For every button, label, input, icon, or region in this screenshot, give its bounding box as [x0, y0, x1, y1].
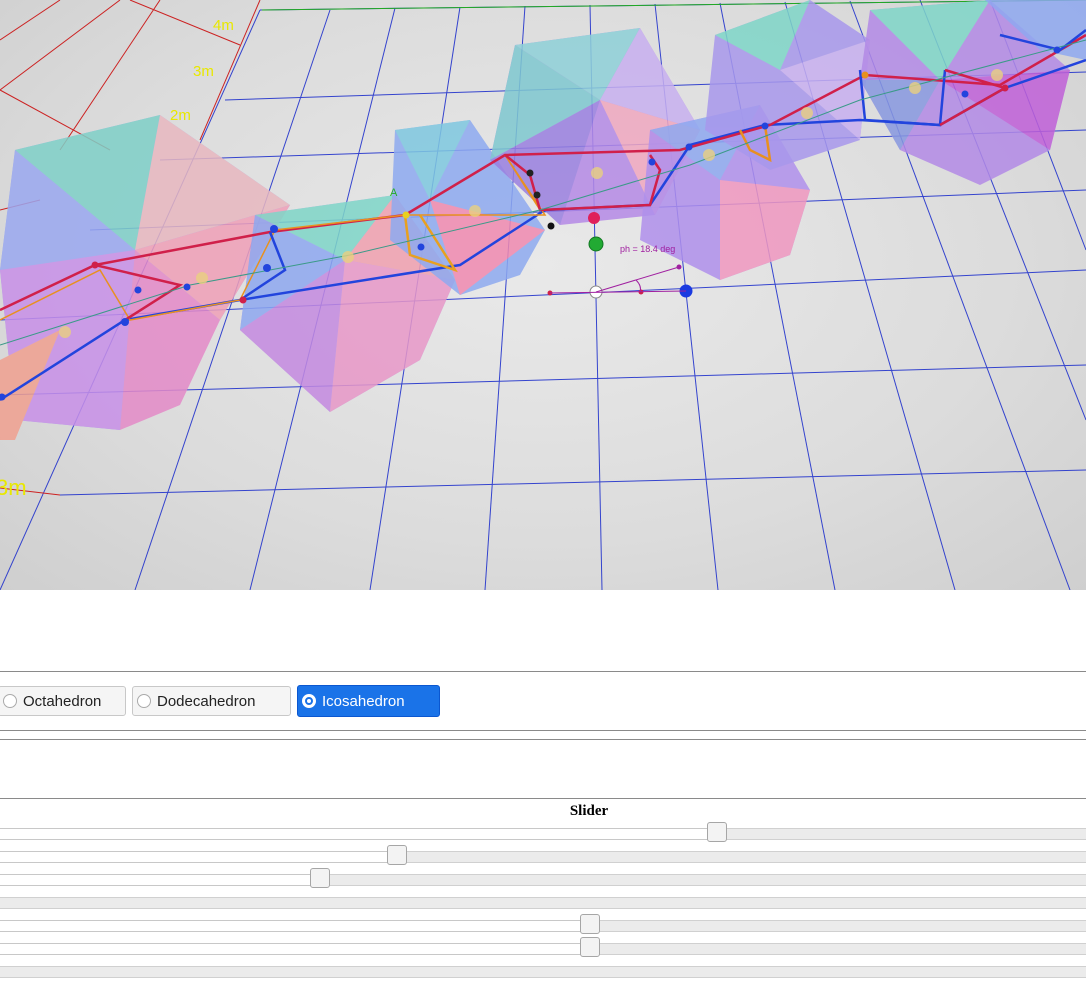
axis-label-2m: 2m [170, 107, 191, 124]
slider-3[interactable] [0, 868, 1086, 890]
radio-circle-icon [3, 694, 17, 708]
slider-fill [0, 943, 590, 955]
axis-label-3m-bottom: 3m [0, 475, 27, 500]
divider [0, 671, 1086, 672]
radio-dodecahedron[interactable]: Dodecahedron [132, 686, 291, 716]
radio-circle-icon [137, 694, 151, 708]
slider-1[interactable] [0, 822, 1086, 844]
slider-thumb[interactable] [706, 822, 727, 842]
point-label-a: A [390, 187, 398, 199]
divider [0, 739, 1086, 740]
slider-fill [0, 874, 321, 886]
slider-track[interactable] [0, 897, 1086, 909]
slider-panel-title: Slider [569, 803, 609, 819]
3d-graphics-view[interactable]: ph = 18.4 deg A 4m 3m 2m 3m [0, 0, 1086, 590]
slider-6[interactable] [0, 937, 1086, 959]
divider [0, 730, 1086, 731]
green-control-point [588, 236, 604, 252]
slider-4[interactable] [0, 891, 1086, 913]
slider-5[interactable] [0, 914, 1086, 936]
radio-octahedron[interactable]: Octahedron [0, 686, 126, 716]
divider [0, 798, 1086, 799]
slider-7[interactable] [0, 960, 1086, 982]
axis-label-3m-top: 3m [193, 63, 214, 80]
radio-selected-icon [302, 694, 316, 708]
slider-thumb[interactable] [310, 868, 331, 888]
axis-label-4m: 4m [213, 17, 234, 34]
radio-label-octahedron: Octahedron [23, 692, 102, 710]
slider-fill [0, 828, 717, 840]
slider-thumb[interactable] [579, 937, 600, 957]
red-control-point [588, 212, 600, 224]
radio-label-dodecahedron: Dodecahedron [157, 692, 256, 710]
radio-label-icosahedron: Icosahedron [322, 692, 405, 710]
3d-scene-canvas[interactable]: ph = 18.4 deg A 4m 3m 2m 3m [0, 0, 1086, 590]
shape-radio-group: Octahedron Dodecahedron Icosahedron [0, 685, 1086, 720]
angle-label: ph = 18.4 deg [620, 244, 675, 254]
slider-thumb[interactable] [387, 845, 408, 865]
slider-thumb[interactable] [579, 914, 600, 934]
radio-icosahedron[interactable]: Icosahedron [297, 685, 440, 717]
slider-2[interactable] [0, 845, 1086, 867]
slider-track[interactable] [0, 966, 1086, 978]
slider-fill [0, 851, 398, 863]
slider-fill [0, 920, 590, 932]
